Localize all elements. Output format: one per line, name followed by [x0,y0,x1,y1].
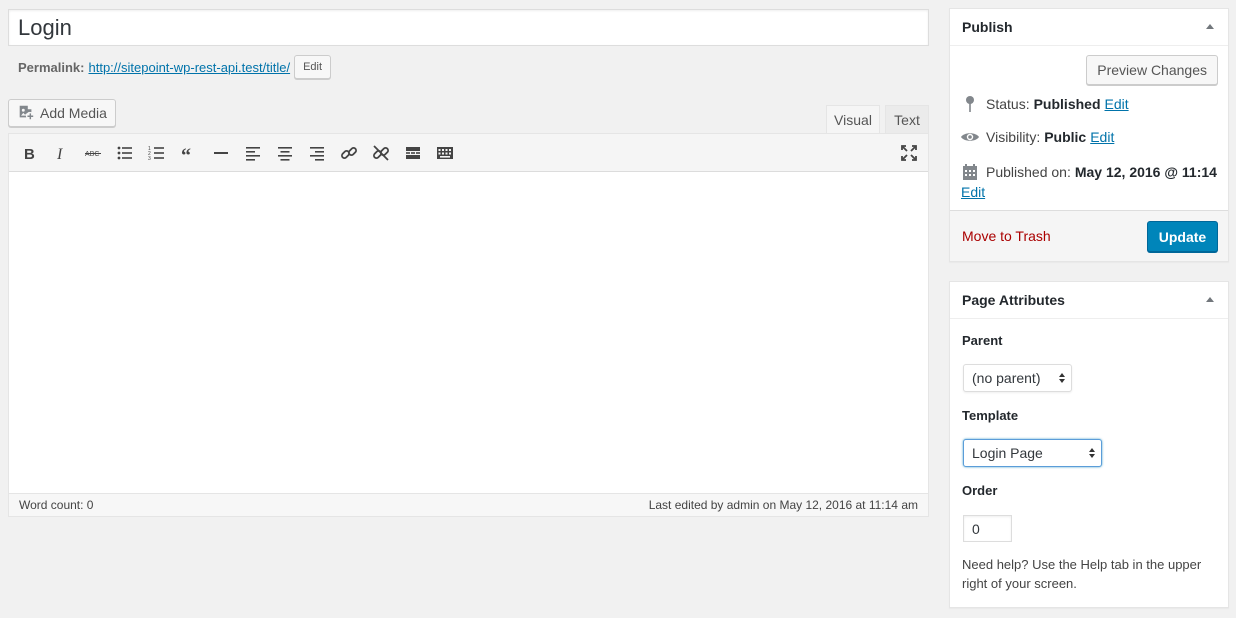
status-value: Published [1033,96,1101,112]
strikethrough-icon[interactable]: ABC [81,141,105,165]
svg-text:3: 3 [148,156,151,162]
word-count: Word count: 0 [19,498,94,512]
permalink-url-link[interactable]: http://sitepoint-wp-rest-api.test/title/ [88,60,290,75]
horizontal-line-icon[interactable] [209,141,233,165]
visibility-value: Public [1044,129,1087,145]
status-edit-link[interactable]: Edit [1105,96,1129,112]
visibility-row: Visibility: Public Edit [960,129,1114,145]
status-label: Status: [986,96,1030,112]
select-arrows-icon [1089,448,1095,458]
align-left-icon[interactable] [241,141,265,165]
tab-text[interactable]: Text [885,105,929,133]
permalink-row: Permalink: http://sitepoint-wp-rest-api.… [18,55,332,79]
last-edited-text: Last edited by admin on May 12, 2016 at … [648,498,918,512]
calendar-icon [960,163,980,181]
svg-text:ABC: ABC [85,151,99,158]
template-select-value: Login Page [972,445,1043,461]
publish-box-header[interactable]: Publish [950,9,1228,46]
permalink-edit-button[interactable]: Edit [294,55,332,79]
add-media-icon [17,103,35,124]
update-button[interactable]: Update [1147,221,1218,252]
read-more-icon[interactable] [401,141,425,165]
bold-icon[interactable]: B [17,141,41,165]
editor-content-area[interactable] [9,172,928,494]
publish-box: Publish Preview Changes Status: Publishe… [949,8,1229,262]
parent-label: Parent [962,333,1003,348]
published-label: Published on: [986,164,1071,180]
publish-heading: Publish [962,19,1013,35]
svg-text:“: “ [181,145,191,163]
fullscreen-icon[interactable] [897,141,921,165]
collapse-arrow-icon[interactable] [1206,297,1214,302]
page-attributes-box: Page Attributes Parent (no parent) Templ… [949,281,1229,608]
bulleted-list-icon[interactable] [113,141,137,165]
parent-select[interactable]: (no parent) [963,364,1072,392]
blockquote-icon[interactable]: “ [177,141,201,165]
toolbar-toggle-icon[interactable] [433,141,457,165]
template-select[interactable]: Login Page [963,439,1102,467]
insert-link-icon[interactable] [337,141,361,165]
move-to-trash-link[interactable]: Move to Trash [962,228,1051,244]
add-media-button[interactable]: Add Media [8,99,116,127]
post-status-row: Status: Published Edit [960,95,1129,113]
align-right-icon[interactable] [305,141,329,165]
visibility-edit-link[interactable]: Edit [1090,129,1114,145]
content-editor: B I ABC 123 “ Word count: 0 Last edited … [8,133,929,517]
post-title-input[interactable]: Login [8,9,929,46]
publish-actions: Move to Trash Update [950,210,1228,261]
visibility-label: Visibility: [986,129,1041,145]
published-value: May 12, 2016 @ 11:14 [1074,164,1217,180]
published-date-row: Published on: May 12, 2016 @ 11:14 [960,163,1217,181]
tab-visual[interactable]: Visual [826,105,880,133]
numbered-list-icon[interactable]: 123 [145,141,169,165]
parent-select-value: (no parent) [972,370,1041,386]
help-text: Need help? Use the Help tab in the upper… [962,557,1202,591]
svg-text:B: B [24,146,35,163]
italic-icon[interactable]: I [49,141,73,165]
order-label: Order [962,483,998,498]
select-arrows-icon [1059,373,1065,383]
order-input[interactable]: 0 [963,515,1012,542]
editor-toolbar: B I ABC 123 “ [9,134,928,172]
published-date-edit-link[interactable]: Edit [961,184,985,200]
add-media-label: Add Media [40,105,107,121]
svg-text:I: I [56,146,63,163]
preview-changes-button[interactable]: Preview Changes [1086,55,1218,85]
collapse-arrow-icon[interactable] [1206,24,1214,29]
template-label: Template [962,408,1019,423]
permalink-label: Permalink: [18,59,85,75]
remove-link-icon[interactable] [369,141,393,165]
page-attributes-header[interactable]: Page Attributes [950,282,1228,319]
pin-icon [960,95,980,113]
editor-status-bar: Word count: 0 Last edited by admin on Ma… [9,493,928,516]
align-center-icon[interactable] [273,141,297,165]
eye-icon [960,130,980,144]
page-attributes-heading: Page Attributes [962,292,1065,308]
